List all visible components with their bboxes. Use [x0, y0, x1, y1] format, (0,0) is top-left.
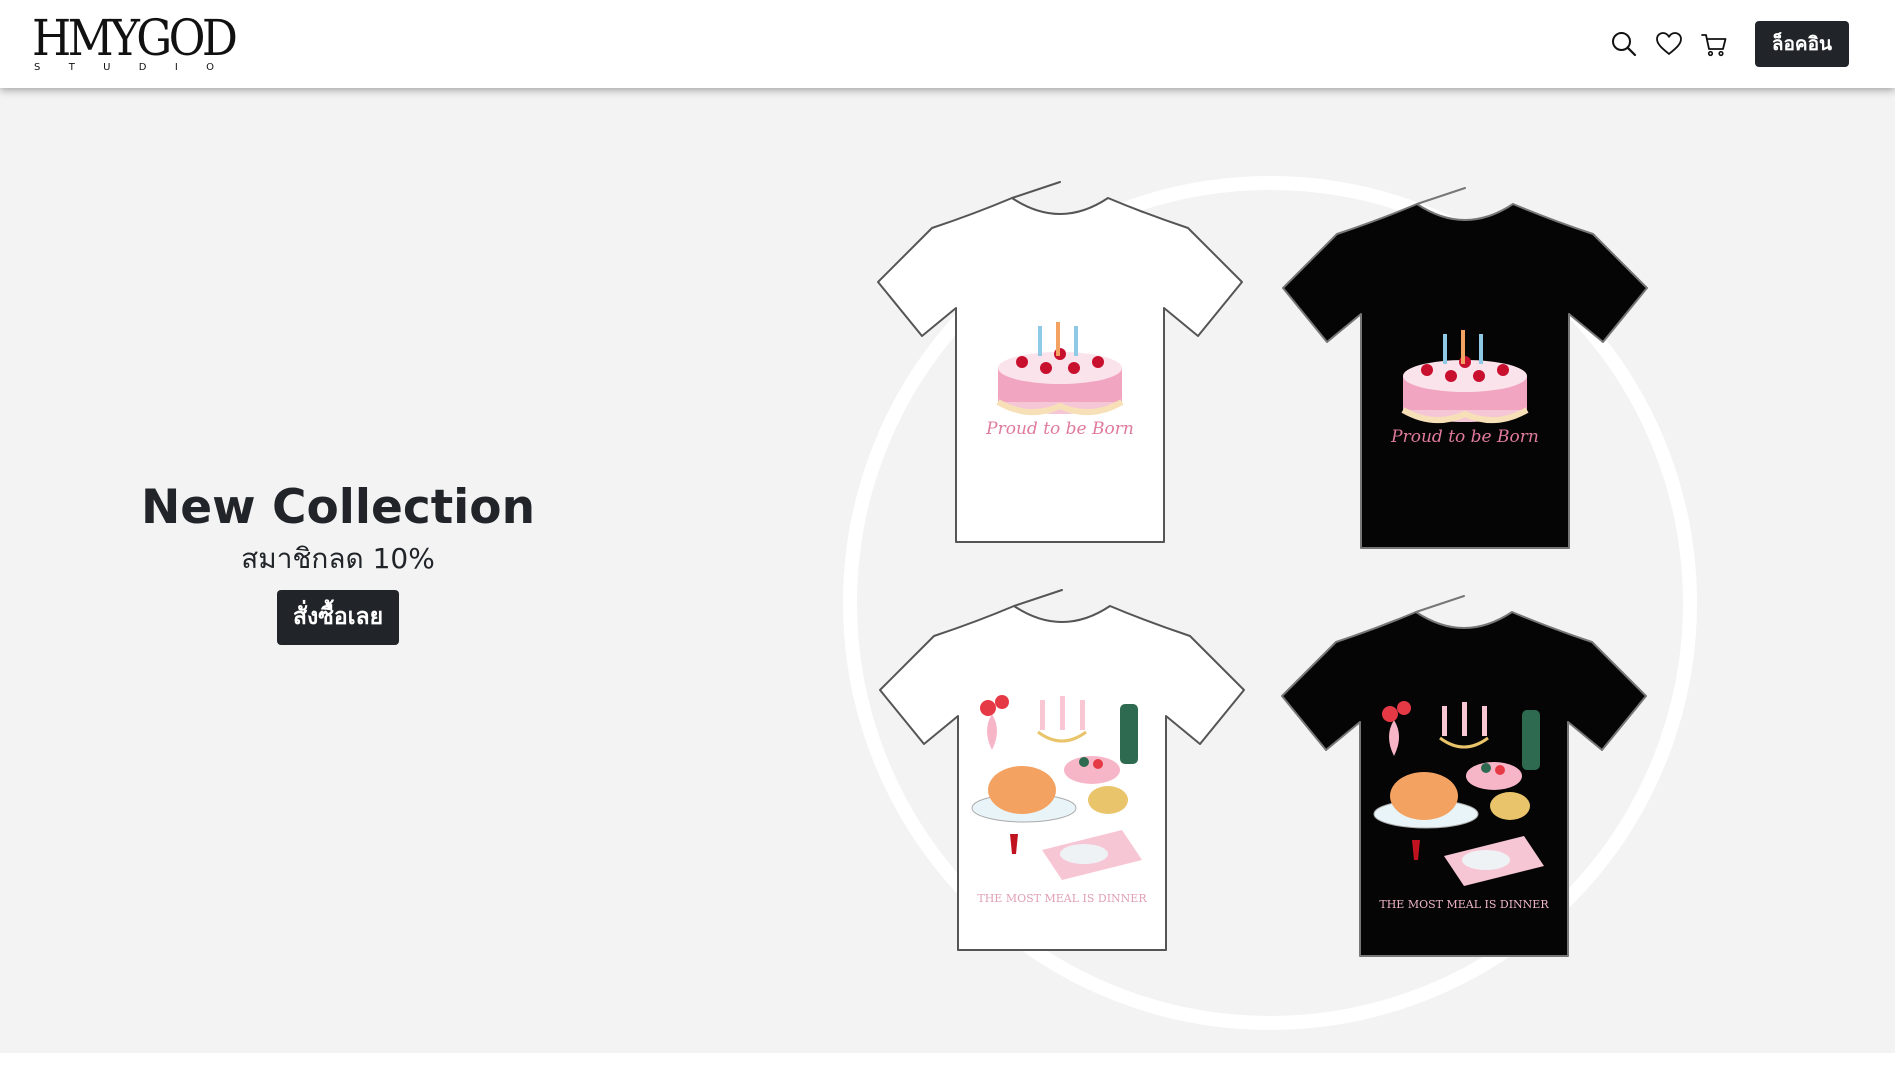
product-black-cake-tee[interactable]: Proud to be Born: [1282, 187, 1648, 549]
tee-print-text: THE MOST MEAL IS DINNER: [1379, 898, 1549, 911]
login-button[interactable]: ล็อคอิน: [1754, 21, 1849, 67]
hero-subtitle: สมาชิกลด 10%: [241, 542, 435, 575]
product-white-dinner-tee[interactable]: THE MOST MEAL IS DINNER: [879, 589, 1245, 951]
hero-title: New Collection: [140, 480, 536, 535]
search-button[interactable]: [1602, 22, 1646, 66]
navbar: HMYGOD S T U D I O ล็อคอิน: [0, 0, 1895, 88]
tee-print-text: THE MOST MEAL IS DINNER: [977, 892, 1147, 905]
logo-subtitle: S T U D I O: [34, 62, 214, 74]
cart-icon: [1700, 34, 1727, 57]
product-showcase: Proud to be Born Proud to be Born THE MO…: [843, 176, 1697, 1030]
wishlist-button[interactable]: [1647, 22, 1691, 66]
product-black-dinner-tee[interactable]: THE MOST MEAL IS DINNER: [1281, 595, 1647, 957]
heart-icon: [1655, 32, 1682, 55]
nav-actions: ล็อคอิน: [1602, 20, 1849, 68]
tee-print-text: Proud to be Born: [985, 419, 1134, 439]
brand-logo[interactable]: HMYGOD S T U D I O: [32, 10, 238, 74]
tee-print-text: Proud to be Born: [1390, 427, 1539, 447]
hero-text: New Collection สมาชิกลด 10% สั่งซื้อเลย: [110, 480, 566, 645]
search-icon: [1611, 32, 1636, 57]
logo-sub-letter: D: [138, 62, 147, 73]
logo-sub-letter: U: [103, 62, 111, 73]
hero-banner: New Collection สมาชิกลด 10% สั่งซื้อเลย: [0, 88, 1895, 1053]
order-now-button[interactable]: สั่งซื้อเลย: [276, 590, 400, 645]
logo-sub-letter: T: [68, 62, 75, 73]
cart-button[interactable]: [1692, 22, 1736, 66]
logo-wordmark: HMYGOD: [32, 9, 238, 67]
logo-sub-letter: I: [174, 62, 178, 73]
logo-sub-letter: O: [206, 62, 214, 73]
logo-sub-letter: S: [34, 62, 41, 73]
